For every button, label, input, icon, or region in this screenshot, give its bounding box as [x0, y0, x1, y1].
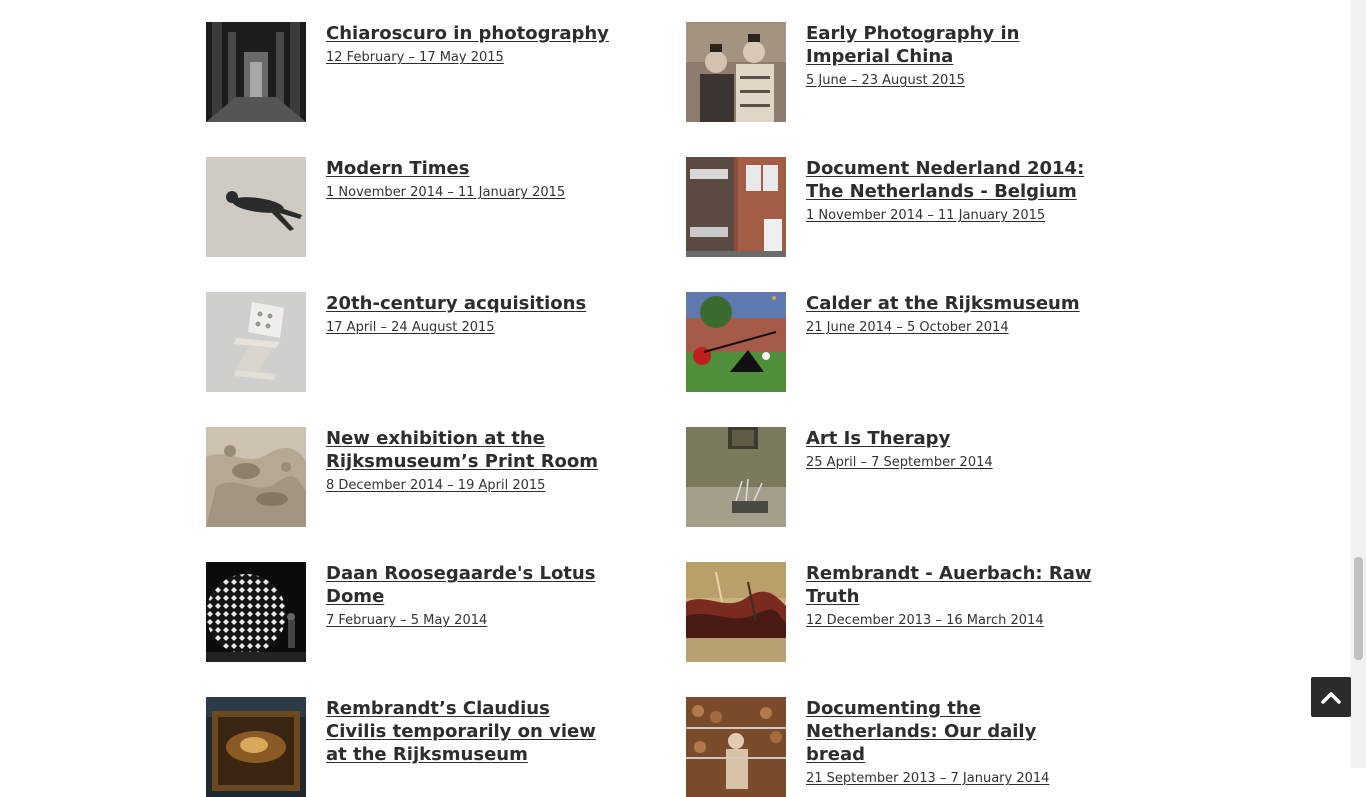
exhibition-item: Art Is Therapy 25 April – 7 September 20… [686, 427, 1106, 527]
brick-houses-image [686, 157, 786, 257]
exhibition-title-link[interactable]: Documenting the Netherlands: Our daily b… [806, 697, 1096, 789]
exhibition-title-link[interactable]: 20th-century acquisitions 17 April – 24 … [326, 292, 616, 338]
exhibition-item: Document Nederland 2014: The Netherlands… [686, 157, 1106, 257]
framed-painting-image [206, 697, 306, 797]
exhibition-date: 21 June 2014 – 5 October 2014 [806, 320, 1009, 335]
back-to-top-button[interactable] [1311, 677, 1351, 717]
exhibition-thumbnail[interactable] [686, 292, 786, 392]
exhibition-item: Rembrandt - Auerbach: Raw Truth 12 Decem… [686, 562, 1106, 662]
exhibition-item: New exhibition at the Rijksmuseum’s Prin… [206, 427, 626, 527]
exhibition-title-link[interactable]: Art Is Therapy 25 April – 7 September 20… [806, 427, 1096, 473]
exhibition-date: 8 December 2014 – 19 April 2015 [326, 478, 546, 493]
abstract-painting-image [686, 562, 786, 662]
exhibition-date: 12 December 2013 – 16 March 2014 [806, 613, 1044, 628]
exhibition-date: 1 November 2014 – 11 January 2015 [806, 208, 1046, 223]
exhibition-thumbnail[interactable] [686, 22, 786, 122]
exhibition-title-link[interactable]: Rembrandt - Auerbach: Raw Truth 12 Decem… [806, 562, 1096, 631]
exhibition-thumbnail[interactable] [206, 562, 306, 662]
scrollbar[interactable] [1351, 0, 1366, 768]
lotus-dome-image [206, 562, 306, 662]
exhibition-title-link[interactable]: New exhibition at the Rijksmuseum’s Prin… [326, 427, 616, 496]
chevron-up-icon [1321, 692, 1341, 704]
exhibition-title-link[interactable]: Modern Times 1 November 2014 – 11 Januar… [326, 157, 616, 203]
exhibition-date: 17 April – 24 August 2015 [326, 320, 495, 335]
exhibition-thumbnail[interactable] [686, 562, 786, 662]
exhibition-thumbnail[interactable] [206, 427, 306, 527]
exhibition-title-link[interactable]: Daan Roosegaarde's Lotus Dome 7 February… [326, 562, 616, 631]
exhibition-item: Documenting the Netherlands: Our daily b… [686, 697, 1106, 797]
gallery-interior-image [686, 427, 786, 527]
exhibition-date: 25 April – 7 September 2014 [806, 455, 993, 470]
exhibition-thumbnail[interactable] [686, 427, 786, 527]
exhibition-date: 1 November 2014 – 11 January 2015 [326, 185, 566, 200]
exhibition-item: Chiaroscuro in photography 12 February –… [206, 22, 626, 122]
exhibition-thumbnail[interactable] [686, 157, 786, 257]
exhibition-thumbnail[interactable] [206, 157, 306, 257]
exhibition-date: 12 February – 17 May 2015 [326, 50, 504, 65]
calder-sculpture-image [686, 292, 786, 392]
exhibition-title-link[interactable]: Rembrandt’s Claudius Civilis temporarily… [326, 697, 616, 766]
exhibition-title-link[interactable]: Chiaroscuro in photography 12 February –… [326, 22, 616, 68]
exhibition-title-link[interactable]: Document Nederland 2014: The Netherlands… [806, 157, 1096, 226]
exhibition-thumbnail[interactable] [206, 292, 306, 392]
exhibition-item: 20th-century acquisitions 17 April – 24 … [206, 292, 626, 392]
exhibition-date: 21 September 2013 – 7 January 2014 [806, 771, 1050, 786]
exhibition-title-link[interactable]: Early Photography in Imperial China 5 Ju… [806, 22, 1096, 91]
floating-figure-image [206, 157, 306, 257]
exhibition-item: Modern Times 1 November 2014 – 11 Januar… [206, 157, 626, 257]
exhibition-item: Daan Roosegaarde's Lotus Dome 7 February… [206, 562, 626, 662]
exhibition-item: Calder at the Rijksmuseum 21 June 2014 –… [686, 292, 1106, 392]
exhibition-thumbnail[interactable] [686, 697, 786, 797]
exhibition-date: 7 February – 5 May 2014 [326, 613, 488, 628]
exhibition-date: 5 June – 23 August 2015 [806, 73, 965, 88]
engraving-image [206, 427, 306, 527]
scrollbar-thumb[interactable] [1354, 557, 1363, 660]
exhibition-thumbnail[interactable] [206, 22, 306, 122]
exhibition-thumbnail[interactable] [206, 697, 306, 797]
exhibition-item: Early Photography in Imperial China 5 Ju… [686, 22, 1106, 122]
zigzag-chair-image [206, 292, 306, 392]
exhibition-title-link[interactable]: Calder at the Rijksmuseum 21 June 2014 –… [806, 292, 1096, 338]
exhibition-item: Rembrandt’s Claudius Civilis temporarily… [206, 697, 626, 797]
poultry-farm-image [686, 697, 786, 797]
arched-hall-image [206, 22, 306, 122]
portrait-image [686, 22, 786, 122]
